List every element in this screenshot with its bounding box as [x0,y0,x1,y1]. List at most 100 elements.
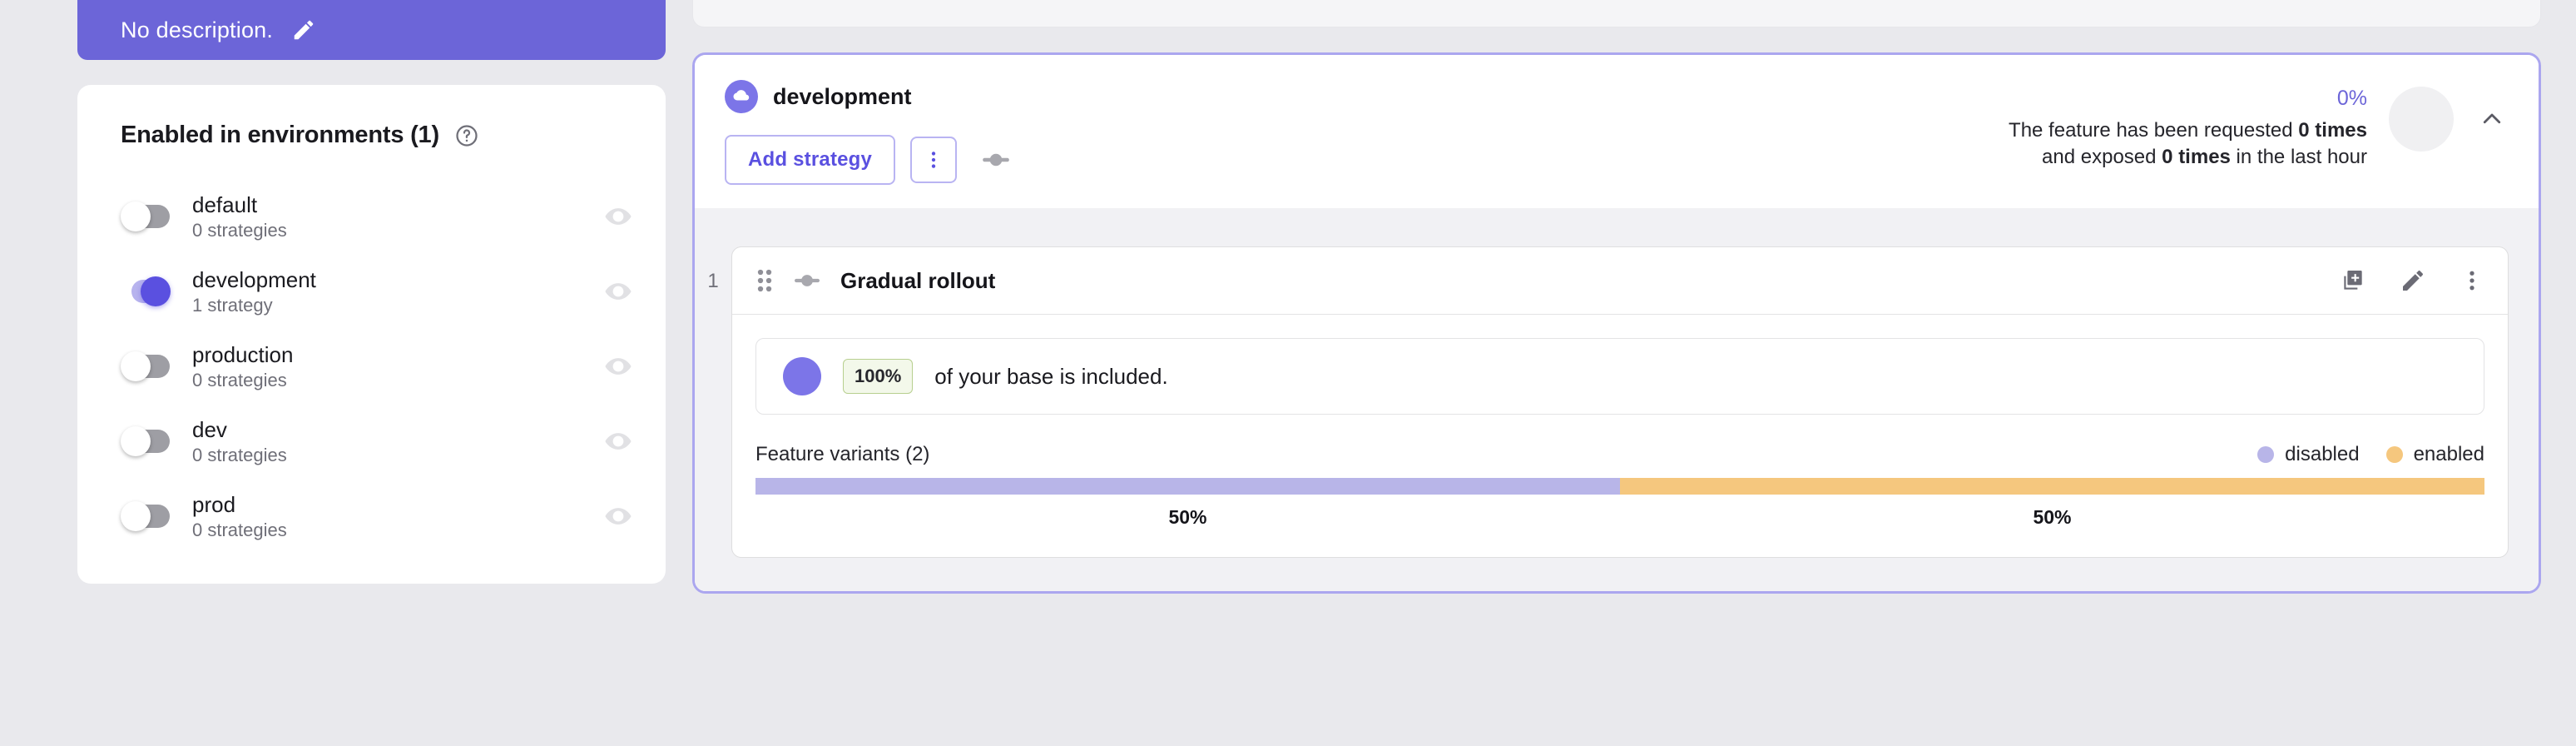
environment-name: dev [192,417,604,443]
variant-segment-enabled [1620,478,2484,495]
strategy-actions [2340,267,2484,294]
page-title: Enabled in environments (1) [121,122,439,149]
eye-icon[interactable] [604,202,632,231]
rollout-progress-circle [783,357,821,395]
environment-panel-body: 1 [695,208,2539,591]
environment-list: default 0 strategies [77,179,666,554]
rollout-description: of your base is included. [934,364,1167,390]
metrics-exposed-prefix: and exposed [2042,146,2162,168]
variant-label-enabled: 50% [1620,506,2484,529]
environment-strategy-count: 0 strategies [192,520,604,541]
legend-label: enabled [2414,443,2484,466]
rollout-summary-box: 100% of your base is included. [755,338,2484,415]
toggle-prod[interactable] [121,501,171,531]
toggle-dev[interactable] [121,426,171,456]
previous-card-edge [692,0,2541,27]
pencil-icon [2400,267,2426,294]
environment-menu-button[interactable] [910,137,957,183]
environment-accordion-development: development Add strategy [692,52,2541,594]
metrics-donut-chart [2389,87,2454,152]
more-vertical-icon [2460,268,2484,293]
chevron-up-icon [2479,107,2504,132]
description-card: No description. [77,0,666,60]
pencil-icon[interactable] [291,17,316,42]
strategy-order-number: 1 [695,246,731,558]
left-sidebar: No description. Enabled in environments … [77,0,666,584]
environment-labels: development 1 strategy [192,267,604,316]
drag-handle-icon[interactable] [755,268,774,293]
metrics-requested-count: 0 times [2298,119,2367,142]
environment-strategy-count: 1 strategy [192,295,604,316]
duplicate-strategy-button[interactable] [2340,267,2366,294]
edit-strategy-button[interactable] [2400,267,2426,294]
eye-icon[interactable] [604,352,632,380]
enabled-environments-card: Enabled in environments (1) [77,85,666,584]
variants-distribution-labels: 50% 50% [755,506,2484,529]
strategy-card: Gradual rollout [731,246,2509,558]
toggle-knob [121,351,151,381]
environment-panel-header: development Add strategy [695,55,2539,208]
environment-name: default [192,192,604,218]
metrics-percentage: 0% [2337,87,2367,111]
environment-name: production [192,342,604,368]
toggle-default[interactable] [121,201,171,231]
environment-labels: production 0 strategies [192,342,604,391]
environment-strategy-count: 0 strategies [192,445,604,466]
environment-labels: default 0 strategies [192,192,604,241]
toggle-knob [141,276,171,306]
eye-icon[interactable] [604,502,632,530]
legend-item-disabled: disabled [2257,443,2359,466]
slider-icon [792,266,822,296]
metrics-requested-prefix: The feature has been requested [2009,119,2298,142]
legend-dot [2257,446,2274,463]
variants-legend: disabled enabled [2257,443,2484,466]
environment-strategy-count: 0 strategies [192,220,604,241]
rollout-percentage-chip: 100% [843,359,913,394]
strategy-header: Gradual rollout [732,247,2508,314]
environment-metrics-area: 0% The feature has been requested 0 time… [2009,80,2509,172]
enabled-environments-header: Enabled in environments (1) [77,122,666,149]
add-strategy-button[interactable]: Add strategy [725,135,895,185]
environment-panel-header-left: development Add strategy [725,80,1012,185]
more-vertical-icon [923,149,944,171]
feature-variants-title: Feature variants (2) [755,443,929,466]
strategy-content: 100% of your base is included. Feature v… [732,315,2508,557]
environment-row-prod: prod 0 strategies [77,479,666,554]
metrics-requested-line: The feature has been requested 0 times [2009,117,2367,144]
environment-row-development: development 1 strategy [77,254,666,329]
toggle-knob [121,426,151,456]
eye-icon[interactable] [604,277,632,306]
strategy-menu-button[interactable] [2460,268,2484,293]
toggle-production[interactable] [121,351,171,381]
strategy-title: Gradual rollout [840,268,2321,294]
page-root: No description. Enabled in environments … [0,0,2576,746]
legend-label: disabled [2285,443,2359,466]
environment-name: prod [192,492,604,518]
environment-header-actions: Add strategy [725,135,1012,185]
toggle-knob [121,201,151,231]
environment-strategy-count: 0 strategies [192,370,604,391]
environment-row-default: default 0 strategies [77,179,666,254]
question-circle-icon[interactable] [454,123,479,148]
metrics-exposed-line: and exposed 0 times in the last hour [2042,144,2367,171]
copy-add-icon [2340,267,2366,294]
environment-labels: prod 0 strategies [192,492,604,541]
toggle-development[interactable] [121,276,171,306]
metrics-exposed-count: 0 times [2162,146,2231,168]
environment-metrics: 0% The feature has been requested 0 time… [2009,87,2367,172]
environment-row-dev: dev 0 strategies [77,404,666,479]
feature-variants-header: Feature variants (2) disabled enabled [755,443,2484,466]
main-content: development Add strategy [692,0,2541,594]
cloud-icon [725,80,758,113]
eye-icon[interactable] [604,427,632,455]
toggle-knob [121,501,151,531]
environment-heading: development [725,80,1012,113]
variant-segment-disabled [755,478,1620,495]
environment-labels: dev 0 strategies [192,417,604,466]
environment-heading-name: development [773,84,912,110]
variants-distribution-bar [755,478,2484,495]
description-text: No description. [121,17,273,43]
variant-label-disabled: 50% [755,506,1620,529]
collapse-panel-button[interactable] [2475,87,2509,152]
metrics-exposed-suffix: in the last hour [2231,146,2367,168]
